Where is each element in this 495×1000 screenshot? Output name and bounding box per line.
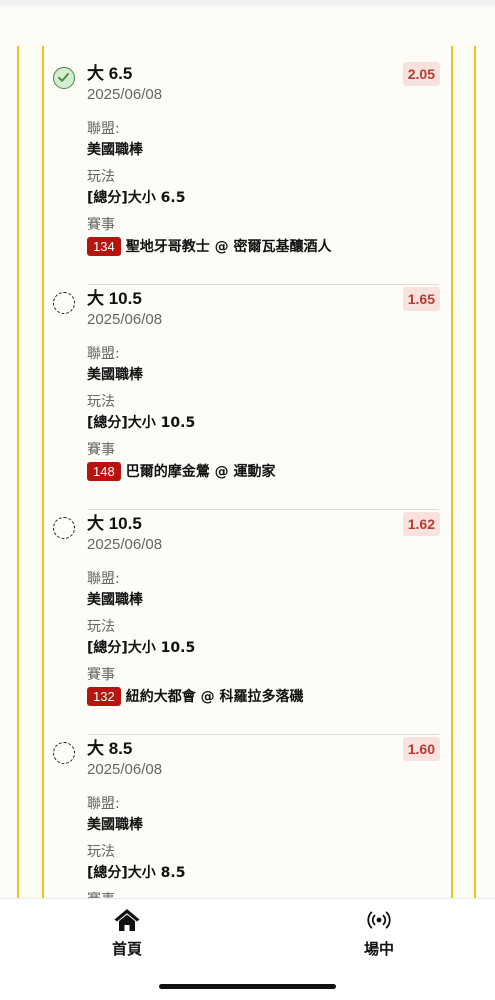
odds-badge: 2.05 — [402, 62, 440, 86]
gold-rail-outer-right — [474, 46, 476, 898]
tab-live-label: 場中 — [363, 940, 394, 958]
bet-item[interactable]: 大 8.5 2025/06/08 1.60 聯盟: 美國職棒 玩法 [總分]大小… — [44, 735, 451, 898]
league-value: 美國職棒 — [87, 142, 143, 158]
game-name: 聖地牙哥教士 @ 密爾瓦基釀酒人 — [125, 239, 332, 255]
league-label: 聯盟: — [87, 796, 120, 812]
bet-selection-title: 大 10.5 — [87, 289, 142, 308]
event-label: 賽事 — [87, 667, 115, 683]
event-label: 賽事 — [87, 217, 115, 233]
game-name: 巴爾的摩金鶯 @ 運動家 — [125, 464, 276, 480]
bet-selection-title: 大 6.5 — [87, 64, 133, 83]
odds-badge: 1.60 — [402, 737, 440, 761]
league-label: 聯盟: — [87, 571, 120, 587]
tab-home-label: 首頁 — [111, 940, 142, 958]
league-value: 美國職棒 — [87, 367, 143, 383]
league-value: 美國職棒 — [87, 592, 143, 608]
event-row: 132 紐約大都會 @ 科羅拉多落磯 — [87, 686, 303, 706]
bet-history-screen: 大 6.5 2025/06/08 2.05 聯盟: 美國職棒 玩法 [總分]大小… — [0, 0, 495, 1000]
bet-list[interactable]: 大 6.5 2025/06/08 2.05 聯盟: 美國職棒 玩法 [總分]大小… — [44, 60, 451, 898]
bet-item[interactable]: 大 6.5 2025/06/08 2.05 聯盟: 美國職棒 玩法 [總分]大小… — [44, 60, 451, 285]
game-name: 紐約大都會 @ 科羅拉多落磯 — [125, 689, 304, 705]
gold-rail-outer-left — [17, 46, 19, 898]
bet-selection-title: 大 10.5 — [87, 514, 142, 533]
pending-status-icon — [53, 742, 75, 764]
tab-home[interactable]: 首頁 — [77, 907, 177, 963]
market-value: [總分]大小 10.5 — [87, 415, 196, 431]
market-label: 玩法 — [87, 619, 115, 635]
event-label: 賽事 — [87, 889, 115, 898]
home-icon — [114, 909, 140, 931]
event-row: 148 巴爾的摩金鶯 @ 運動家 — [87, 461, 275, 481]
league-label: 聯盟: — [87, 121, 120, 137]
market-value: [總分]大小 8.5 — [87, 865, 186, 881]
odds-badge: 1.62 — [402, 512, 440, 536]
league-label: 聯盟: — [87, 346, 120, 362]
status-bar-area — [0, 0, 495, 6]
odds-badge: 1.65 — [402, 287, 440, 311]
market-value: [總分]大小 6.5 — [87, 190, 186, 206]
won-check-icon — [53, 67, 75, 89]
pending-status-icon — [53, 292, 75, 314]
pending-status-icon — [53, 517, 75, 539]
game-code-badge: 134 — [87, 236, 121, 256]
market-value: [總分]大小 10.5 — [87, 640, 196, 656]
market-label: 玩法 — [87, 169, 115, 185]
gold-rail-inner-right — [451, 46, 453, 898]
game-code-badge: 132 — [87, 686, 121, 706]
bet-date: 2025/06/08 — [87, 536, 163, 553]
bottom-tab-bar: 首頁 場中 — [0, 898, 495, 1000]
bet-date: 2025/06/08 — [87, 86, 163, 103]
bet-selection-title: 大 8.5 — [87, 739, 133, 758]
home-indicator[interactable] — [159, 984, 336, 989]
bet-date: 2025/06/08 — [87, 761, 163, 778]
event-label: 賽事 — [87, 442, 115, 458]
game-code-badge: 148 — [87, 461, 121, 481]
bet-item[interactable]: 大 10.5 2025/06/08 1.65 聯盟: 美國職棒 玩法 [總分]大… — [44, 285, 451, 510]
bet-item[interactable]: 大 10.5 2025/06/08 1.62 聯盟: 美國職棒 玩法 [總分]大… — [44, 510, 451, 735]
bet-date: 2025/06/08 — [87, 311, 163, 328]
broadcast-icon — [367, 911, 391, 929]
market-label: 玩法 — [87, 844, 115, 860]
league-value: 美國職棒 — [87, 817, 143, 833]
tab-live[interactable]: 場中 — [329, 907, 429, 963]
market-label: 玩法 — [87, 394, 115, 410]
event-row: 134 聖地牙哥教士 @ 密爾瓦基釀酒人 — [87, 236, 331, 256]
